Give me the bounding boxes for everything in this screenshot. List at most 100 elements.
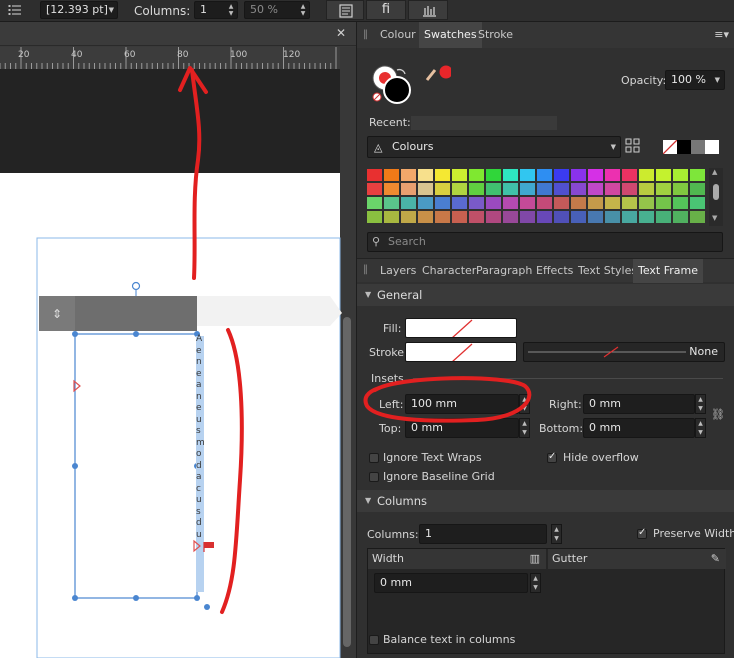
columns-section-header[interactable]: ▼ Columns	[357, 490, 734, 512]
swatch-cell[interactable]	[537, 169, 552, 181]
recent-swatches[interactable]	[411, 116, 557, 130]
swatch-cell[interactable]	[418, 169, 433, 181]
balance-text-checkbox[interactable]	[369, 635, 379, 645]
chevron-down-icon[interactable]: ▼	[715, 71, 720, 89]
columns-count-field[interactable]: 1	[419, 524, 547, 544]
swatch-cell[interactable]	[571, 197, 586, 209]
swatch-cell[interactable]	[435, 197, 450, 209]
swatch-cell[interactable]	[537, 211, 552, 223]
swatch-cell[interactable]	[520, 211, 535, 223]
columns-count-stepper[interactable]: ▲ ▼	[551, 524, 562, 544]
swatch-cell[interactable]	[690, 197, 705, 209]
swatch-cell[interactable]	[639, 211, 654, 223]
stroke-swatch[interactable]	[405, 342, 517, 362]
swatch-cell[interactable]	[588, 183, 603, 195]
swatch-cell[interactable]	[537, 197, 552, 209]
bottom-inset-stepper[interactable]: ▲ ▼	[695, 418, 706, 438]
swatch-cell[interactable]	[384, 211, 399, 223]
bottom-inset-field[interactable]: 0 mm	[583, 418, 695, 438]
swatch-cell[interactable]	[401, 211, 416, 223]
swatch-cell[interactable]	[401, 183, 416, 195]
swatch-cell[interactable]	[418, 197, 433, 209]
swatch-cell[interactable]	[554, 183, 569, 195]
tab-text-styles[interactable]: Text Styles	[573, 259, 642, 283]
swatch-cell[interactable]	[469, 197, 484, 209]
chevron-down-icon[interactable]: ▼	[712, 214, 717, 222]
swatch-cell[interactable]	[554, 197, 569, 209]
swatch-cell[interactable]	[469, 211, 484, 223]
swatch-cell[interactable]	[452, 197, 467, 209]
swatch-grid[interactable]	[367, 168, 709, 226]
swatch-cell[interactable]	[656, 211, 671, 223]
swatch-cell[interactable]	[520, 183, 535, 195]
swatch-cell[interactable]	[605, 197, 620, 209]
chevron-up-icon[interactable]: ▲	[712, 168, 717, 176]
swatch-cell[interactable]	[503, 169, 518, 181]
swatch-cell[interactable]	[452, 211, 467, 223]
ligature-button[interactable]: ﬁ	[366, 0, 406, 20]
fill-swatch[interactable]	[405, 318, 517, 338]
general-section-header[interactable]: ▼ General	[357, 284, 734, 306]
swatch-cell[interactable]	[384, 169, 399, 181]
swatch-cell[interactable]	[486, 169, 501, 181]
swatch-cell[interactable]	[571, 169, 586, 181]
swatch-cell[interactable]	[486, 211, 501, 223]
tab-paragraph[interactable]: Paragraph	[471, 259, 537, 283]
swatch-cell[interactable]	[367, 169, 382, 181]
palette-dropdown[interactable]: ◬ Colours ▼	[367, 136, 621, 158]
ignore-text-wraps-checkbox[interactable]	[369, 453, 379, 463]
swatch-cell[interactable]	[554, 169, 569, 181]
swatch-cell[interactable]	[690, 169, 705, 181]
swatch-cell[interactable]	[520, 197, 535, 209]
swatch-cell[interactable]	[656, 169, 671, 181]
swatch-cell[interactable]	[435, 183, 450, 195]
swatch-cell[interactable]	[384, 183, 399, 195]
stroke-style-field[interactable]: None	[523, 342, 725, 362]
swatch-cell[interactable]	[622, 169, 637, 181]
swatch-scrollbar[interactable]: ▲ ▼	[709, 168, 723, 226]
grip-icon[interactable]: ‖	[363, 264, 368, 275]
swatch-cell[interactable]	[367, 211, 382, 223]
swatch-cell[interactable]	[401, 169, 416, 181]
quick-swatches[interactable]	[663, 140, 721, 154]
baseline-button[interactable]	[408, 0, 448, 20]
swatch-cell[interactable]	[469, 183, 484, 195]
preserve-width-checkbox[interactable]	[637, 527, 647, 539]
swatch-cell[interactable]	[622, 183, 637, 195]
grid-view-icon[interactable]	[625, 138, 641, 154]
swatch-cell[interactable]	[639, 197, 654, 209]
ignore-baseline-grid-checkbox[interactable]	[369, 472, 379, 482]
swatch-cell[interactable]	[588, 211, 603, 223]
swatch-cell[interactable]	[571, 183, 586, 195]
swatch-cell[interactable]	[503, 211, 518, 223]
swatch-cell[interactable]	[673, 183, 688, 195]
fill-stroke-widget[interactable]	[371, 62, 451, 108]
swatch-cell[interactable]	[435, 211, 450, 223]
swatch-cell[interactable]	[656, 197, 671, 209]
swatch-cell[interactable]	[605, 169, 620, 181]
swatch-cell[interactable]	[520, 169, 535, 181]
swatch-cell[interactable]	[384, 197, 399, 209]
swatch-cell[interactable]	[571, 211, 586, 223]
swatch-cell[interactable]	[656, 183, 671, 195]
panel-menu-icon[interactable]: ≡▾	[714, 28, 729, 41]
hide-overflow-checkbox[interactable]	[547, 451, 557, 463]
tab-layers[interactable]: Layers	[375, 259, 421, 283]
swatch-cell[interactable]	[554, 211, 569, 223]
swatch-cell[interactable]	[673, 197, 688, 209]
swatch-cell[interactable]	[690, 211, 705, 223]
swatch-cell[interactable]	[639, 183, 654, 195]
swatch-cell[interactable]	[588, 169, 603, 181]
swatch-cell[interactable]	[605, 211, 620, 223]
swatch-cell[interactable]	[418, 183, 433, 195]
swatch-cell[interactable]	[418, 211, 433, 223]
swatch-cell[interactable]	[673, 169, 688, 181]
right-inset-stepper[interactable]: ▲ ▼	[695, 394, 706, 414]
swatch-cell[interactable]	[401, 197, 416, 209]
swatch-cell[interactable]	[469, 169, 484, 181]
swatch-cell[interactable]	[486, 183, 501, 195]
pencil-icon[interactable]: ✎	[711, 549, 720, 569]
swatch-cell[interactable]	[367, 183, 382, 195]
swatch-cell[interactable]	[435, 169, 450, 181]
tab-stroke[interactable]: Stroke	[473, 22, 518, 48]
